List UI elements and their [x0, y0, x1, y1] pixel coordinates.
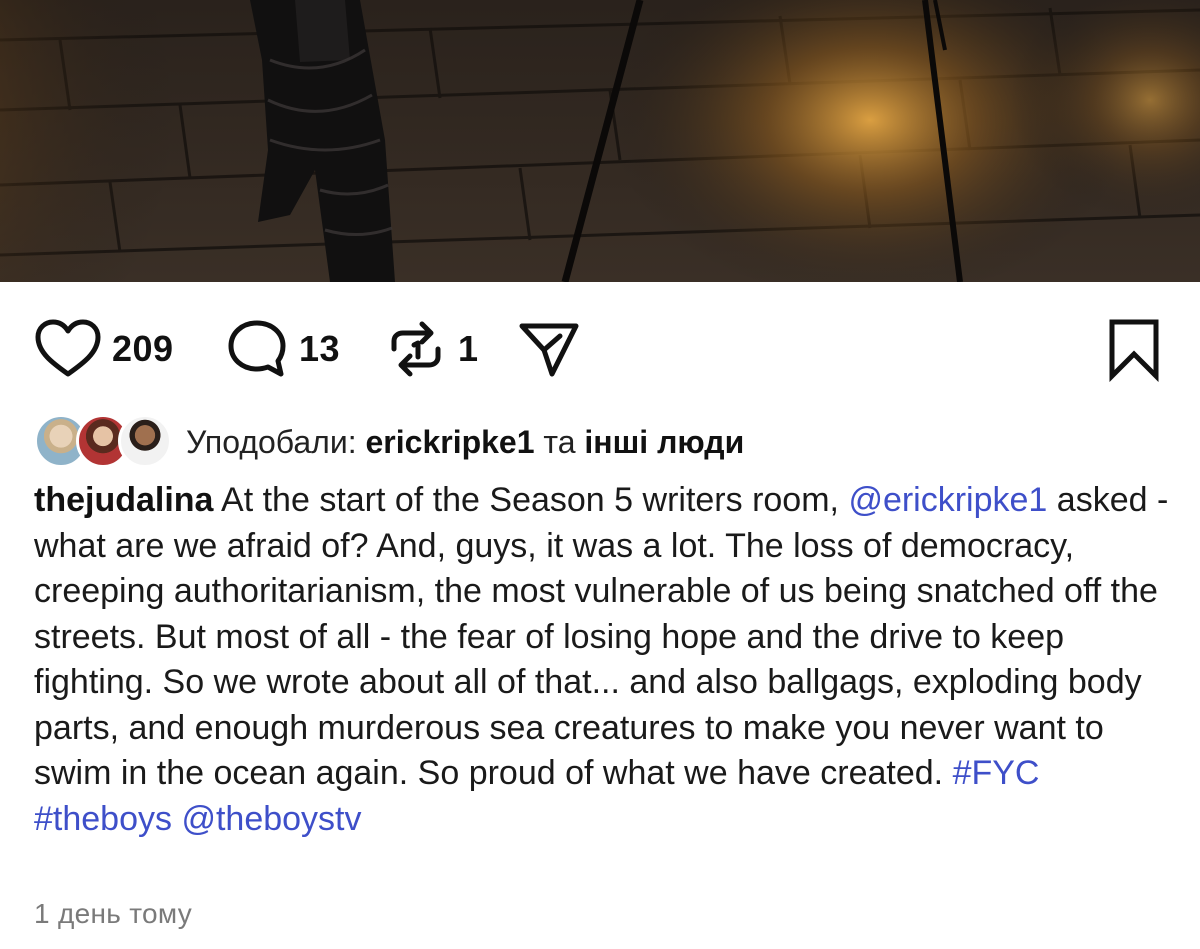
post-photo[interactable]: [0, 0, 1200, 282]
liked-by-others-link[interactable]: інші люди: [584, 424, 744, 460]
comment-button[interactable]: 13: [225, 314, 340, 384]
mention-link[interactable]: @theboystv: [181, 800, 361, 838]
share-button[interactable]: [516, 314, 582, 384]
liked-by-prefix: Уподобали:: [186, 423, 366, 460]
avatar: [118, 414, 172, 468]
post-caption: thejudalina At the start of the Season 5…: [34, 478, 1174, 842]
likes-count: 209: [112, 328, 174, 369]
repost-button[interactable]: 1: [384, 314, 479, 384]
mention-link[interactable]: @erickripke1: [848, 481, 1047, 519]
liked-by-user-link[interactable]: erickripke1: [366, 424, 535, 460]
reposts-count: 1: [458, 328, 479, 369]
repost-icon: [384, 317, 448, 381]
liked-by-row[interactable]: Уподобали: erickripke1 та інші люди: [34, 412, 744, 472]
comment-icon: [225, 317, 289, 381]
caption-text: At the start of the Season 5 writers roo…: [213, 481, 849, 519]
liked-by-conjunction: та: [534, 423, 585, 460]
comments-count: 13: [299, 328, 341, 369]
like-button[interactable]: 209: [34, 314, 174, 384]
post-timestamp: 1 день тому: [34, 898, 193, 929]
post-photo-graphic: [0, 0, 1200, 282]
send-icon: [516, 316, 582, 382]
heart-icon: [34, 318, 102, 380]
author-username[interactable]: thejudalina: [34, 481, 213, 519]
bookmark-icon: [1106, 316, 1162, 382]
liked-by-text: Уподобали: erickripke1 та інші люди: [186, 424, 744, 461]
liked-by-avatars: [34, 412, 174, 472]
post-actions-bar: 209 13 1: [0, 282, 1200, 412]
save-button[interactable]: [1106, 314, 1162, 384]
caption-text: asked - what are we afraid of? And, guys…: [34, 481, 1169, 792]
hashtag-link[interactable]: #FYC: [953, 754, 1040, 792]
hashtag-link[interactable]: #theboys: [34, 800, 172, 838]
